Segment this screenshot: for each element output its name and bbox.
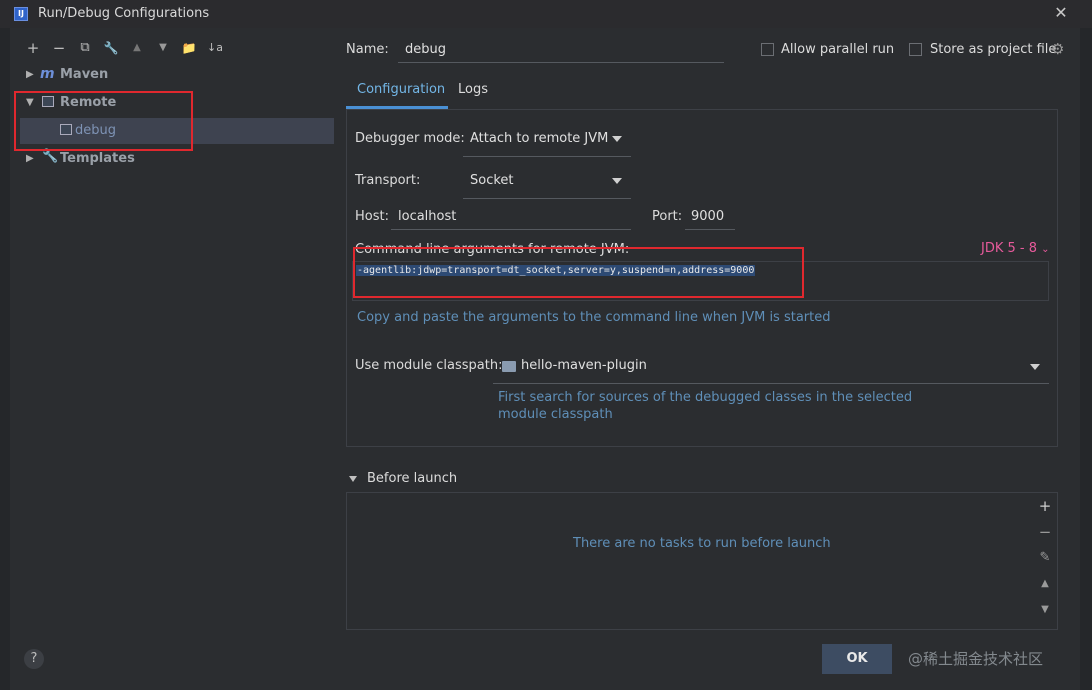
move-task-down-icon[interactable]: ▼ xyxy=(1036,601,1054,619)
expand-arrow-icon[interactable]: ▶ xyxy=(26,69,34,80)
before-launch-empty-text: There are no tasks to run before launch xyxy=(573,536,831,551)
allow-parallel-checkbox[interactable] xyxy=(761,43,774,56)
jdk-version-label: JDK 5 - 8 xyxy=(981,241,1037,256)
tree-label-templates: Templates xyxy=(60,151,135,166)
before-launch-label: Before launch xyxy=(367,471,458,486)
allow-parallel-label: Allow parallel run xyxy=(781,42,895,57)
add-task-button[interactable]: + xyxy=(1036,497,1054,515)
jdk-version-select[interactable]: JDK 5 - 8 ⌄ xyxy=(981,241,1050,256)
tab-configuration[interactable]: Configuration xyxy=(357,82,445,97)
transport-label: Transport: xyxy=(355,173,421,188)
module-classpath-value: hello-maven-plugin xyxy=(521,358,647,373)
port-value: 9000 xyxy=(691,209,725,224)
new-folder-icon[interactable]: 📁 xyxy=(179,38,199,58)
ok-button[interactable]: OK xyxy=(822,644,892,674)
window-title: Run/Debug Configurations xyxy=(38,6,210,21)
highlight-box-remote xyxy=(14,91,193,151)
store-project-checkbox[interactable] xyxy=(909,43,922,56)
port-input[interactable]: 9000 xyxy=(685,203,735,230)
port-label: Port: xyxy=(652,209,683,224)
move-task-up-icon[interactable]: ▲ xyxy=(1036,575,1054,593)
add-configuration-button[interactable]: + xyxy=(23,38,43,58)
module-classpath-select[interactable]: hello-maven-plugin xyxy=(493,351,1049,384)
highlight-box-cmd xyxy=(353,247,804,298)
edit-defaults-icon[interactable]: 🔧 xyxy=(101,38,121,58)
store-project-label: Store as project file xyxy=(930,42,1057,57)
maven-icon: m xyxy=(40,66,55,82)
host-input[interactable]: localhost xyxy=(391,203,631,230)
module-hint-line2: module classpath xyxy=(498,407,613,422)
wrench-icon: 🔧 xyxy=(42,149,59,164)
debugger-mode-label: Debugger mode: xyxy=(355,131,465,146)
chevron-down-icon: ⌄ xyxy=(1041,244,1050,255)
name-field[interactable]: debug xyxy=(398,38,724,63)
debugger-mode-select[interactable]: Attach to remote JVM xyxy=(463,122,631,157)
name-value: debug xyxy=(405,42,446,57)
edit-task-icon[interactable]: ✎ xyxy=(1036,549,1054,567)
intellij-app-icon: IJ xyxy=(14,7,28,21)
move-down-icon[interactable]: ▼ xyxy=(153,38,173,58)
tab-logs[interactable]: Logs xyxy=(458,82,488,97)
background-editor-edge xyxy=(0,28,10,690)
host-value: localhost xyxy=(398,209,457,224)
transport-value: Socket xyxy=(470,173,514,188)
help-icon[interactable]: ? xyxy=(24,649,44,669)
remove-configuration-button[interactable]: − xyxy=(49,38,69,58)
cmd-args-hint: Copy and paste the arguments to the comm… xyxy=(357,310,831,325)
remove-task-button[interactable]: − xyxy=(1036,523,1054,541)
debugger-mode-value: Attach to remote JVM xyxy=(470,131,609,146)
move-up-icon[interactable]: ▲ xyxy=(127,38,147,58)
transport-select[interactable]: Socket xyxy=(463,164,631,199)
tree-item-maven[interactable]: ▶ m Maven xyxy=(20,62,334,88)
before-launch-panel xyxy=(346,492,1058,630)
tree-label-maven: Maven xyxy=(60,67,109,82)
watermark-text: @稀土掘金技术社区 xyxy=(908,650,1044,668)
gear-icon[interactable]: ⚙ xyxy=(1051,40,1064,58)
collapse-arrow-icon xyxy=(349,476,357,482)
dropdown-arrow-icon xyxy=(612,178,622,184)
sort-icon[interactable]: ↓a xyxy=(205,38,225,58)
module-hint-line1: First search for sources of the debugged… xyxy=(498,390,913,405)
module-classpath-label: Use module classpath: xyxy=(355,358,503,373)
copy-configuration-icon[interactable]: ⧉ xyxy=(75,38,95,58)
background-editor-right-edge xyxy=(1080,28,1092,690)
name-label: Name: xyxy=(346,42,389,57)
module-folder-icon xyxy=(502,361,516,372)
dropdown-arrow-icon xyxy=(612,136,622,142)
dropdown-arrow-icon xyxy=(1030,364,1040,370)
expand-arrow-icon[interactable]: ▶ xyxy=(26,153,34,164)
close-icon[interactable]: ✕ xyxy=(1052,4,1070,22)
host-label: Host: xyxy=(355,209,389,224)
